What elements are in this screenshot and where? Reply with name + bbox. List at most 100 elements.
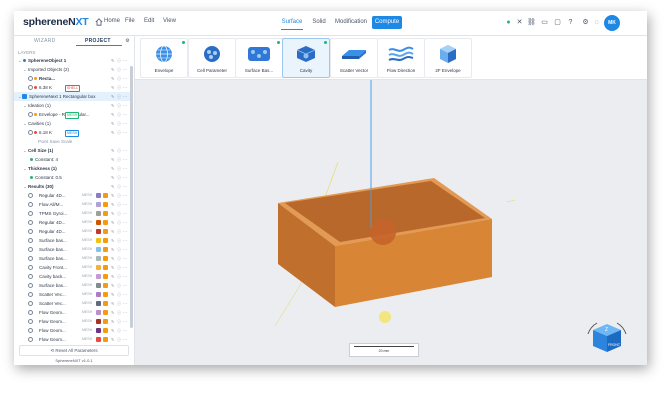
info-icon[interactable]: ⓘ bbox=[117, 319, 122, 324]
layer-row[interactable]: Constant: 0.5 ✎ ⓘ ⋯ bbox=[14, 173, 130, 182]
sidebar-scrollbar[interactable] bbox=[130, 66, 133, 328]
info-icon[interactable]: ⓘ bbox=[117, 175, 122, 180]
chevron-down-icon[interactable]: ⌄ bbox=[23, 65, 27, 74]
tab-wizard[interactable]: WIZARD bbox=[34, 38, 56, 44]
more-icon[interactable]: ⋯ bbox=[123, 193, 128, 198]
layer-row[interactable]: Surface bas... MESH ✎ ⓘ ⋯ bbox=[14, 236, 130, 245]
wrench-icon[interactable]: ✎ bbox=[111, 238, 116, 243]
menu-home[interactable]: Home bbox=[104, 18, 120, 24]
more-icon[interactable]: ⋯ bbox=[123, 211, 128, 216]
visibility-icon[interactable] bbox=[28, 301, 33, 306]
layer-row[interactable]: 6.18 K MESH ✎ ⓘ ⋯ bbox=[14, 128, 130, 137]
layer-row[interactable]: Envelope - Rectangular...MESH✎ⓘ⋯ bbox=[14, 110, 130, 119]
layer-row[interactable]: Flow Geom... MESH ✎ ⓘ ⋯ bbox=[14, 317, 130, 326]
wrench-icon[interactable]: ✎ bbox=[111, 247, 116, 252]
more-icon[interactable]: ⋯ bbox=[123, 337, 128, 342]
chat-icon[interactable]: ▭ bbox=[540, 18, 549, 27]
more-icon[interactable]: ⋯ bbox=[123, 112, 128, 117]
more-icon[interactable]: ⋯ bbox=[123, 184, 128, 189]
layer-row[interactable]: Scatter Vec... MESH ✎ ⓘ ⋯ bbox=[14, 299, 130, 308]
layer-row[interactable]: Cavity back... MESH ✎ ⓘ ⋯ bbox=[14, 272, 130, 281]
more-icon[interactable]: ⋯ bbox=[123, 283, 128, 288]
notification-icon[interactable]: ◌ bbox=[592, 18, 601, 27]
info-icon[interactable]: ⓘ bbox=[117, 238, 122, 243]
more-icon[interactable]: ⋯ bbox=[123, 238, 128, 243]
info-icon[interactable]: ⓘ bbox=[117, 310, 122, 315]
color-swatch[interactable] bbox=[103, 238, 108, 243]
sidebar-settings-icon[interactable]: ⚙ bbox=[123, 37, 132, 46]
layer-row[interactable]: Flow Geom... MESH ✎ ⓘ ⋯ bbox=[14, 326, 130, 335]
info-icon[interactable]: ⓘ bbox=[117, 274, 122, 279]
avatar[interactable]: MK bbox=[604, 15, 620, 31]
info-icon[interactable]: ⓘ bbox=[117, 283, 122, 288]
wrench-icon[interactable]: ✎ bbox=[111, 103, 116, 108]
wrench-icon[interactable]: ✎ bbox=[111, 175, 116, 180]
more-icon[interactable]: ⋯ bbox=[123, 175, 128, 180]
visibility-icon[interactable] bbox=[28, 328, 33, 333]
tool-scatter-vector[interactable]: Scatter Vector bbox=[330, 38, 378, 78]
color-swatch[interactable] bbox=[96, 319, 101, 324]
layer-row[interactable]: Flow Geom... MESH ✎ ⓘ ⋯ bbox=[14, 308, 130, 317]
layer-row[interactable]: Regular 4D... MESH ✎ ⓘ ⋯ bbox=[14, 218, 130, 227]
info-icon[interactable]: ⓘ bbox=[117, 193, 122, 198]
more-icon[interactable]: ⋯ bbox=[123, 220, 128, 225]
color-swatch[interactable] bbox=[96, 283, 101, 288]
color-swatch[interactable] bbox=[96, 229, 101, 234]
layer-row[interactable]: Point Save Scale bbox=[14, 137, 130, 146]
color-swatch[interactable] bbox=[96, 220, 101, 225]
info-icon[interactable]: ⓘ bbox=[117, 85, 122, 90]
color-swatch[interactable] bbox=[103, 301, 108, 306]
wrench-icon[interactable]: ✎ bbox=[111, 328, 116, 333]
tool-2f-envelope[interactable]: 2F Envelope bbox=[424, 38, 472, 78]
layer-row[interactable]: TPMS Gyroi... MESH ✎ ⓘ ⋯ bbox=[14, 209, 130, 218]
visibility-icon[interactable] bbox=[28, 292, 33, 297]
color-swatch[interactable] bbox=[103, 220, 108, 225]
color-swatch[interactable] bbox=[96, 238, 101, 243]
wrench-icon[interactable]: ✎ bbox=[111, 274, 116, 279]
color-swatch[interactable] bbox=[96, 211, 101, 216]
more-icon[interactable]: ⋯ bbox=[123, 256, 128, 261]
wrench-icon[interactable]: ✎ bbox=[111, 319, 116, 324]
layer-row[interactable]: Surface bas... MESH ✎ ⓘ ⋯ bbox=[14, 281, 130, 290]
layer-row[interactable]: 6.38 K SHELL ✎ ⓘ ⋯ bbox=[14, 83, 130, 92]
color-swatch[interactable] bbox=[103, 328, 108, 333]
wrench-icon[interactable]: ✎ bbox=[111, 256, 116, 261]
more-icon[interactable]: ⋯ bbox=[123, 85, 128, 90]
visibility-icon[interactable] bbox=[28, 337, 33, 342]
color-swatch[interactable] bbox=[103, 256, 108, 261]
color-swatch[interactable] bbox=[103, 292, 108, 297]
wrench-icon[interactable]: ✎ bbox=[111, 202, 116, 207]
layer-row[interactable]: Constant: 4 ✎ ⓘ ⋯ bbox=[14, 155, 130, 164]
wrench-icon[interactable]: ✎ bbox=[111, 184, 116, 189]
more-icon[interactable]: ⋯ bbox=[123, 130, 128, 135]
more-icon[interactable]: ⋯ bbox=[123, 67, 128, 72]
tree-group-row[interactable]: ⌄ Thickness (1) ✎ ⓘ ⋯ bbox=[14, 164, 130, 173]
tree-group-row[interactable]: ⌄ Cell Size (1) ✎ ⓘ ⋯ bbox=[14, 146, 130, 155]
visibility-icon[interactable] bbox=[28, 202, 33, 207]
info-icon[interactable]: ⓘ bbox=[117, 148, 122, 153]
wrench-icon[interactable]: ✎ bbox=[111, 220, 116, 225]
visibility-icon[interactable] bbox=[28, 193, 33, 198]
wrench-icon[interactable]: ✎ bbox=[111, 265, 116, 270]
help-icon[interactable]: ? bbox=[566, 18, 575, 27]
more-icon[interactable]: ⋯ bbox=[123, 274, 128, 279]
more-icon[interactable]: ⋯ bbox=[123, 265, 128, 270]
color-swatch[interactable] bbox=[96, 274, 101, 279]
visibility-icon[interactable] bbox=[28, 85, 33, 90]
color-swatch[interactable] bbox=[96, 337, 101, 342]
wrench-icon[interactable]: ✎ bbox=[111, 58, 116, 63]
window-icon[interactable]: ▢ bbox=[553, 18, 562, 27]
tab-modification[interactable]: Modification bbox=[335, 16, 367, 29]
info-icon[interactable]: ⓘ bbox=[117, 292, 122, 297]
color-swatch[interactable] bbox=[103, 229, 108, 234]
color-swatch[interactable] bbox=[96, 265, 101, 270]
visibility-icon[interactable] bbox=[28, 211, 33, 216]
chevron-down-icon[interactable]: ⌄ bbox=[23, 164, 27, 173]
more-icon[interactable]: ⋯ bbox=[123, 148, 128, 153]
tool-flow-direction[interactable]: Flow Direction bbox=[377, 38, 425, 78]
menu-file[interactable]: File bbox=[125, 18, 135, 24]
color-swatch[interactable] bbox=[96, 256, 101, 261]
tree-group-row[interactable]: ⌄ Results (30) ✎ ⓘ ⋯ bbox=[14, 182, 130, 191]
wrench-icon[interactable]: ✎ bbox=[111, 148, 116, 153]
wrench-icon[interactable]: ✎ bbox=[111, 301, 116, 306]
